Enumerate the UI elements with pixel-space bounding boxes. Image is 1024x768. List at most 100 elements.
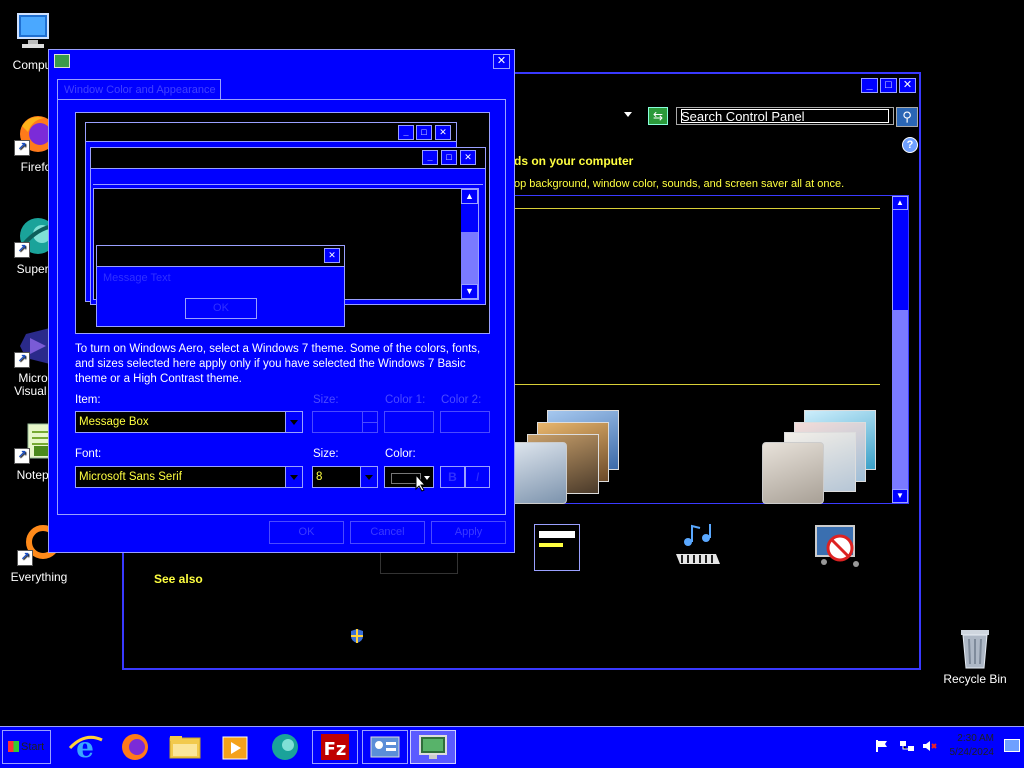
- screen-saver-option[interactable]: [812, 522, 864, 572]
- font-select[interactable]: Microsoft Sans Serif: [75, 466, 303, 488]
- window-color-option[interactable]: [534, 524, 580, 571]
- group-divider: [515, 208, 880, 209]
- clock-time: 2:30 AM: [957, 733, 994, 744]
- item-select-value: Message Box: [79, 416, 149, 428]
- ok-button[interactable]: OK: [269, 521, 344, 544]
- font-size-select[interactable]: 8: [312, 466, 378, 488]
- chevron-down-icon[interactable]: [360, 467, 377, 487]
- font-select-value: Microsoft Sans Serif: [79, 471, 182, 483]
- preview-minimize-icon: _: [398, 125, 414, 140]
- svg-text:Fz: Fz: [324, 739, 347, 760]
- scroll-thumb[interactable]: [892, 210, 908, 310]
- volume-muted-icon[interactable]: [922, 740, 937, 752]
- stepper-down-icon[interactable]: [362, 422, 377, 432]
- italic-toggle-label: I: [475, 470, 480, 484]
- address-history-dropdown[interactable]: [624, 112, 632, 117]
- network-icon[interactable]: [899, 740, 914, 752]
- system-clock[interactable]: 2:30 AM 5/24/2024: [950, 732, 995, 760]
- start-button[interactable]: Start: [2, 730, 51, 764]
- italic-toggle[interactable]: I: [465, 466, 490, 488]
- search-box[interactable]: [676, 107, 894, 125]
- close-button[interactable]: ✕: [899, 78, 916, 93]
- desktop-icon-label: Firefo: [20, 160, 52, 174]
- preview-maximize-icon: □: [416, 125, 432, 140]
- preview-scrollbar: ▲ ▼: [461, 189, 478, 299]
- group-divider: [515, 384, 880, 385]
- preview-maximize-icon: □: [441, 150, 457, 165]
- themes-list[interactable]: ▲ ▼: [509, 195, 909, 504]
- show-desktop-button[interactable]: [1004, 739, 1020, 752]
- scroll-track[interactable]: [892, 310, 908, 489]
- shortcut-arrow-icon: ↗: [17, 550, 33, 566]
- preview-titlebar: _ □ ✕: [91, 148, 485, 169]
- scroll-down-button[interactable]: ▼: [892, 489, 908, 503]
- control-panel-icon: [370, 736, 400, 758]
- taskbar-display-settings[interactable]: [410, 730, 456, 764]
- preview-minimize-icon: _: [422, 150, 438, 165]
- clock-date: 5/24/2024: [949, 747, 995, 758]
- shortcut-arrow-icon: ↗: [14, 448, 30, 464]
- theme-thumbnail-nature[interactable]: [760, 408, 890, 504]
- desktop-icon-label: Everything: [10, 570, 68, 584]
- color1-button[interactable]: [384, 411, 434, 433]
- help-icon[interactable]: ?: [902, 137, 918, 153]
- theme-thumbnail-landscapes[interactable]: [509, 408, 625, 504]
- themes-scrollbar[interactable]: ▲ ▼: [892, 196, 908, 503]
- aero-info-text: To turn on Windows Aero, select a Window…: [75, 343, 481, 385]
- windows-logo-icon: [8, 741, 19, 752]
- sounds-icon: [676, 524, 720, 564]
- preview-menu-bar: [93, 170, 483, 185]
- scroll-up-button[interactable]: ▲: [892, 196, 908, 210]
- taskbar-internet-explorer[interactable]: e: [62, 730, 108, 764]
- search-button[interactable]: ⚲: [896, 107, 918, 127]
- close-button[interactable]: ✕: [493, 54, 510, 69]
- desktop-icon-recycle-bin[interactable]: Recycle Bin: [937, 624, 1013, 686]
- taskbar-control-panel[interactable]: [362, 730, 408, 764]
- dialog-titlebar[interactable]: ✕: [49, 50, 514, 72]
- maximize-icon: □: [885, 79, 892, 91]
- action-center-flag-icon[interactable]: [875, 740, 889, 752]
- color2-label: Color 2:: [441, 394, 482, 406]
- firefox-icon: [122, 734, 148, 760]
- chevron-down-icon[interactable]: [285, 467, 302, 487]
- taskbar-media-player[interactable]: [212, 730, 258, 764]
- page-heading: ds on your computer: [514, 154, 634, 168]
- size1-label: Size:: [313, 394, 339, 406]
- preview-message-box-title: Message Box: [101, 249, 168, 261]
- item-select[interactable]: Message Box: [75, 411, 303, 433]
- search-input[interactable]: [681, 109, 889, 123]
- preview-close-icon: ✕: [324, 248, 340, 263]
- taskbar-supermium[interactable]: [262, 730, 308, 764]
- sounds-option[interactable]: [672, 522, 724, 570]
- desktop-icon-label: Recycle Bin: [943, 672, 1007, 686]
- cancel-button[interactable]: Cancel: [350, 521, 425, 544]
- mouse-cursor: [415, 473, 427, 492]
- desktop-icon-label: Compu: [12, 58, 52, 72]
- apply-button[interactable]: Apply: [431, 521, 506, 544]
- minimize-button[interactable]: _: [861, 78, 878, 93]
- shortcut-arrow-icon: ↗: [14, 140, 30, 156]
- taskbar-firefox[interactable]: [112, 730, 158, 764]
- supermium-icon: [272, 734, 298, 760]
- close-icon: ✕: [496, 55, 507, 67]
- refresh-button[interactable]: ⇆: [648, 107, 668, 125]
- screen-saver-icon: [815, 525, 859, 567]
- chevron-down-icon[interactable]: [285, 412, 302, 432]
- refresh-icon: ⇆: [652, 109, 664, 123]
- media-player-icon: [222, 736, 248, 760]
- taskbar-file-explorer[interactable]: [162, 730, 208, 764]
- window-color-icon: [539, 531, 575, 538]
- color2-button[interactable]: [440, 411, 490, 433]
- bold-toggle-label: B: [448, 470, 457, 484]
- shortcut-arrow-icon: ↗: [14, 352, 30, 368]
- maximize-button[interactable]: □: [880, 78, 897, 93]
- uac-shield-icon: [350, 628, 364, 644]
- taskbar-filezilla[interactable]: Fz: [312, 730, 358, 764]
- computer-icon: [10, 10, 54, 54]
- internet-explorer-icon: e: [68, 731, 103, 764]
- size1-stepper[interactable]: [312, 411, 378, 433]
- preview-close-icon: ✕: [460, 150, 476, 165]
- see-also-heading: See also: [154, 572, 203, 586]
- bold-toggle[interactable]: B: [440, 466, 465, 488]
- tab-window-color-appearance[interactable]: Window Color and Appearance: [57, 79, 221, 100]
